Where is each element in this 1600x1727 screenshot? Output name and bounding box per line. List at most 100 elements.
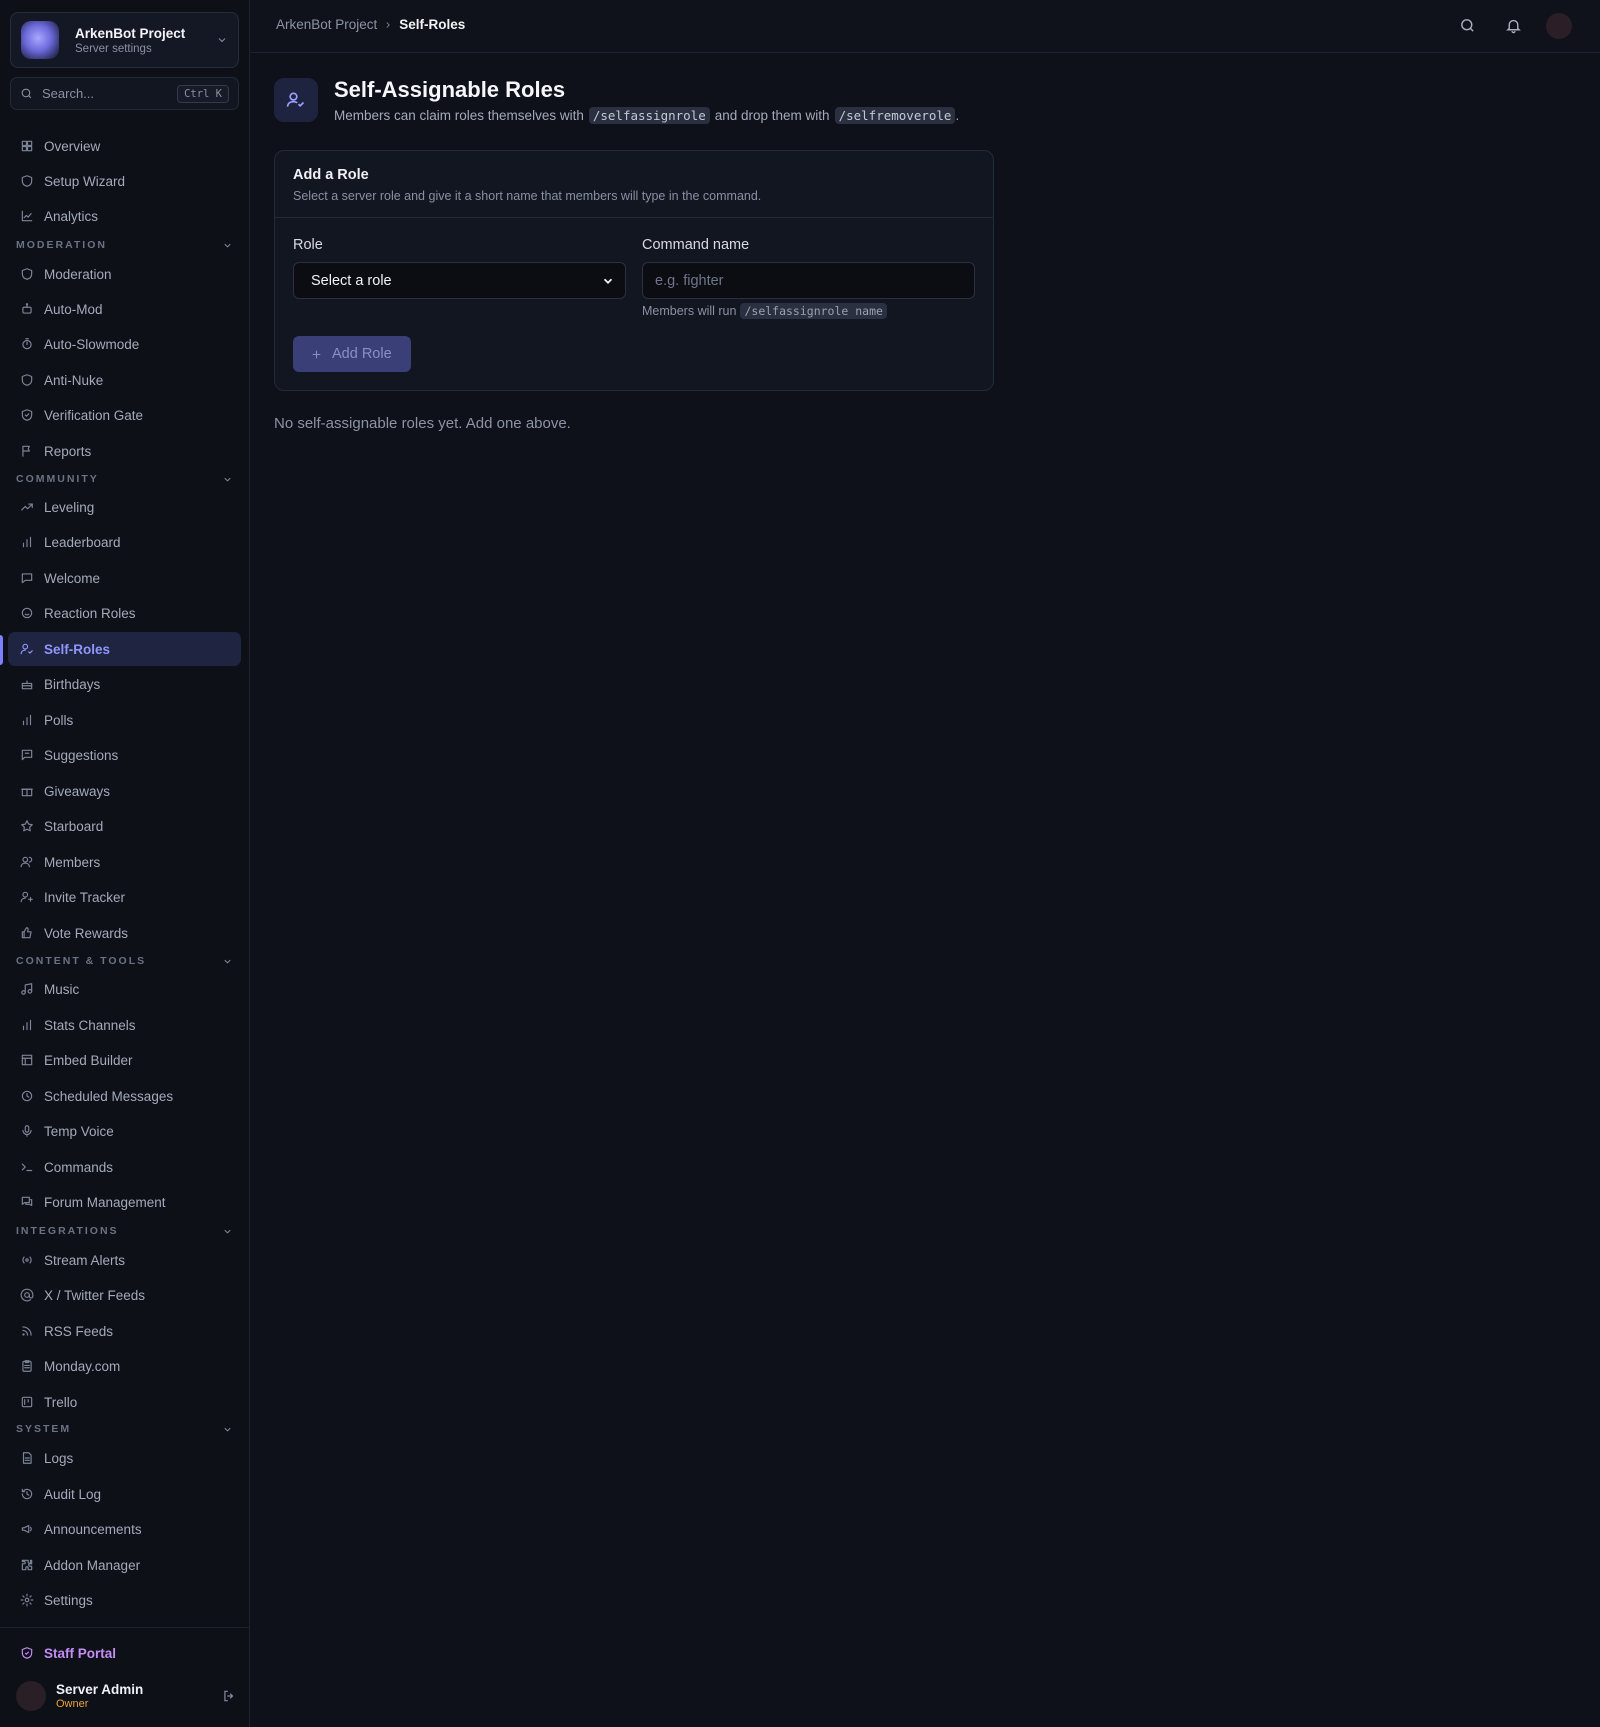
sidebar-item-label: Vote Rewards xyxy=(44,925,129,941)
sidebar-item-label: Audit Log xyxy=(44,1486,102,1502)
page-description: Members can claim roles themselves with … xyxy=(334,107,959,124)
sidebar-item-label: Scheduled Messages xyxy=(44,1088,174,1104)
sidebar-item-stats-channels[interactable]: Stats Channels xyxy=(8,1008,241,1042)
sidebar-item-label: Reports xyxy=(44,443,92,459)
search-shortcut: Ctrl K xyxy=(177,84,229,103)
cake-icon xyxy=(20,677,34,691)
sidebar: ArkenBot Project Server settings Search.… xyxy=(0,0,250,1727)
sidebar-item-verification-gate[interactable]: Verification Gate xyxy=(8,398,241,432)
sidebar-item-label: Welcome xyxy=(44,570,101,586)
terminal-icon xyxy=(20,1160,34,1174)
sidebar-item-auto-slowmode[interactable]: Auto-Slowmode xyxy=(8,327,241,361)
sidebar-item-trello[interactable]: Trello xyxy=(8,1385,241,1419)
desc-text: and drop them with xyxy=(714,108,830,123)
sidebar-item-reaction-roles[interactable]: Reaction Roles xyxy=(8,596,241,630)
server-switcher[interactable]: ArkenBot Project Server settings xyxy=(10,12,239,68)
chevron-right-icon xyxy=(383,20,393,30)
sidebar-item-members[interactable]: Members xyxy=(8,845,241,879)
sidebar-item-invite-tracker[interactable]: Invite Tracker xyxy=(8,880,241,914)
sidebar-item-embed-builder[interactable]: Embed Builder xyxy=(8,1043,241,1077)
plus-icon xyxy=(310,348,323,361)
user-role: Owner xyxy=(56,1698,89,1710)
section-system[interactable]: SYSTEM xyxy=(16,1421,233,1437)
staff-portal-link[interactable]: Staff Portal xyxy=(8,1636,241,1670)
sidebar-item-vote-rewards[interactable]: Vote Rewards xyxy=(8,916,241,950)
sidebar-item-reports[interactable]: Reports xyxy=(8,434,241,468)
command-name-input[interactable] xyxy=(642,262,975,299)
sidebar-item-suggestions[interactable]: Suggestions xyxy=(8,738,241,772)
sidebar-item-label: Starboard xyxy=(44,818,104,834)
sidebar-item-welcome[interactable]: Welcome xyxy=(8,561,241,595)
sidebar-item-addon-manager[interactable]: Addon Manager xyxy=(8,1548,241,1582)
sidebar-item-x-twitter-feeds[interactable]: X / Twitter Feeds xyxy=(8,1278,241,1312)
sidebar-item-analytics[interactable]: Analytics xyxy=(8,199,241,233)
shield-icon xyxy=(20,373,34,387)
desc-text: Members can claim roles themselves with xyxy=(334,108,584,123)
sidebar-item-setup-wizard[interactable]: Setup Wizard xyxy=(8,164,241,198)
star-icon xyxy=(20,819,34,833)
section-content-tools[interactable]: CONTENT & TOOLS xyxy=(16,953,233,969)
sidebar-item-auto-mod[interactable]: Auto-Mod xyxy=(8,292,241,326)
sidebar-item-label: RSS Feeds xyxy=(44,1323,114,1339)
section-community[interactable]: COMMUNITY xyxy=(16,471,233,487)
sidebar-item-announcements[interactable]: Announcements xyxy=(8,1512,241,1546)
sidebar-item-giveaways[interactable]: Giveaways xyxy=(8,774,241,808)
smile-icon xyxy=(20,606,34,620)
sidebar-item-starboard[interactable]: Starboard xyxy=(8,809,241,843)
sidebar-item-anti-nuke[interactable]: Anti-Nuke xyxy=(8,363,241,397)
empty-state: No self-assignable roles yet. Add one ab… xyxy=(274,415,571,432)
user-check-icon xyxy=(274,78,318,122)
section-integrations[interactable]: INTEGRATIONS xyxy=(16,1223,233,1239)
clock-icon xyxy=(20,1089,34,1103)
sidebar-item-label: Moderation xyxy=(44,266,112,282)
sidebar-item-label: Stream Alerts xyxy=(44,1252,126,1268)
add-role-card: Add a Role Select a server role and give… xyxy=(274,150,994,391)
sidebar-item-moderation[interactable]: Moderation xyxy=(8,257,241,291)
sidebar-item-leaderboard[interactable]: Leaderboard xyxy=(8,525,241,559)
staff-portal-label: Staff Portal xyxy=(44,1645,117,1661)
avatar[interactable] xyxy=(16,1681,46,1711)
sidebar-item-polls[interactable]: Polls xyxy=(8,703,241,737)
sidebar-item-logs[interactable]: Logs xyxy=(8,1441,241,1475)
breadcrumb-parent[interactable]: ArkenBot Project xyxy=(276,17,377,32)
sidebar-item-leveling[interactable]: Leveling xyxy=(8,490,241,524)
avatar[interactable] xyxy=(1546,13,1572,39)
section-label: INTEGRATIONS xyxy=(16,1225,119,1237)
role-select[interactable]: Select a role xyxy=(293,262,626,299)
sidebar-item-music[interactable]: Music xyxy=(8,972,241,1006)
search-icon[interactable] xyxy=(1459,17,1476,34)
sidebar-item-overview[interactable]: Overview xyxy=(8,129,241,163)
logout-icon[interactable] xyxy=(222,1689,236,1703)
shield-icon xyxy=(20,267,34,281)
file-text-icon xyxy=(20,1451,34,1465)
sidebar-item-scheduled-messages[interactable]: Scheduled Messages xyxy=(8,1079,241,1113)
sidebar-item-birthdays[interactable]: Birthdays xyxy=(8,667,241,701)
shield-check-icon xyxy=(20,408,34,422)
section-label: MODERATION xyxy=(16,239,107,251)
sidebar-item-rss-feeds[interactable]: RSS Feeds xyxy=(8,1314,241,1348)
sidebar-item-label: Setup Wizard xyxy=(44,173,126,189)
section-moderation[interactable]: MODERATION xyxy=(16,237,233,253)
sidebar-item-stream-alerts[interactable]: Stream Alerts xyxy=(8,1243,241,1277)
sidebar-item-monday-com[interactable]: Monday.com xyxy=(8,1349,241,1383)
server-avatar xyxy=(21,21,59,59)
user-profile: Server Admin Owner xyxy=(16,1678,236,1714)
sidebar-item-forum-management[interactable]: Forum Management xyxy=(8,1185,241,1219)
add-role-label: Add Role xyxy=(332,346,392,362)
section-label: CONTENT & TOOLS xyxy=(16,955,147,967)
sidebar-item-self-roles[interactable]: Self-Roles xyxy=(8,632,241,666)
bar-chart-icon xyxy=(20,713,34,727)
role-label: Role xyxy=(293,237,323,253)
chevron-down-icon xyxy=(216,34,228,46)
sidebar-item-temp-voice[interactable]: Temp Voice xyxy=(8,1114,241,1148)
sidebar-item-audit-log[interactable]: Audit Log xyxy=(8,1477,241,1511)
bot-icon xyxy=(20,302,34,316)
sidebar-item-settings[interactable]: Settings xyxy=(8,1583,241,1617)
sidebar-item-label: Forum Management xyxy=(44,1194,166,1210)
sidebar-item-commands[interactable]: Commands xyxy=(8,1150,241,1184)
sidebar-item-label: Announcements xyxy=(44,1521,142,1537)
add-role-button[interactable]: Add Role xyxy=(293,336,411,372)
bell-icon[interactable] xyxy=(1505,17,1522,34)
search-icon xyxy=(20,87,33,100)
sidebar-search[interactable]: Search... Ctrl K xyxy=(10,77,239,110)
